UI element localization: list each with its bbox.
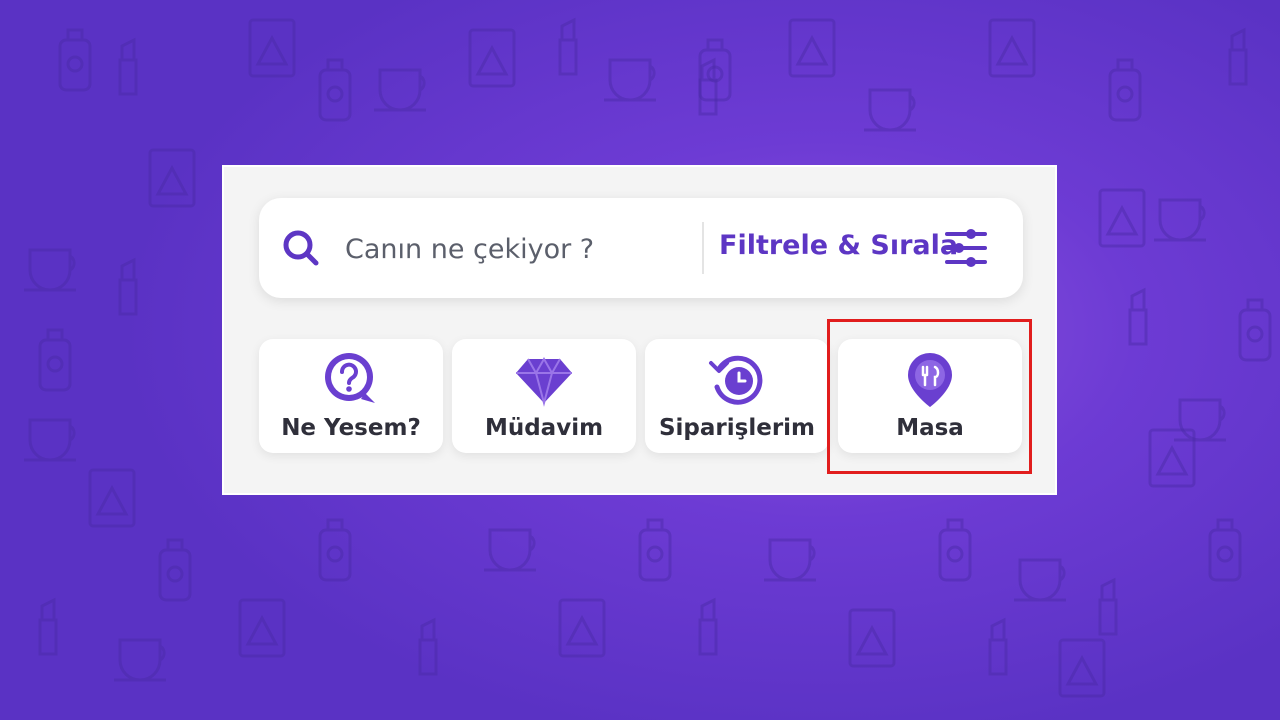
sliders-icon xyxy=(945,229,987,267)
tile-ne-yesem[interactable]: Ne Yesem? xyxy=(259,339,443,453)
tile-label: Siparişlerim xyxy=(658,415,816,441)
question-chat-icon xyxy=(325,353,375,403)
search-input[interactable] xyxy=(343,226,687,272)
highlight-box xyxy=(827,319,1032,474)
diamond-icon xyxy=(516,356,572,407)
search-bar[interactable]: Filtrele & Sırala xyxy=(259,198,1023,298)
search-icon[interactable] xyxy=(282,229,320,267)
filter-sort-button[interactable]: Filtrele & Sırala xyxy=(717,198,1017,298)
history-clock-icon xyxy=(709,355,763,405)
tile-siparislerim[interactable]: Siparişlerim xyxy=(645,339,829,453)
tile-label: Ne Yesem? xyxy=(281,415,421,441)
tile-mudavim[interactable]: Müdavim xyxy=(452,339,636,453)
filter-sort-label: Filtrele & Sırala xyxy=(719,230,959,261)
tile-label: Müdavim xyxy=(484,415,604,441)
divider xyxy=(702,222,704,274)
